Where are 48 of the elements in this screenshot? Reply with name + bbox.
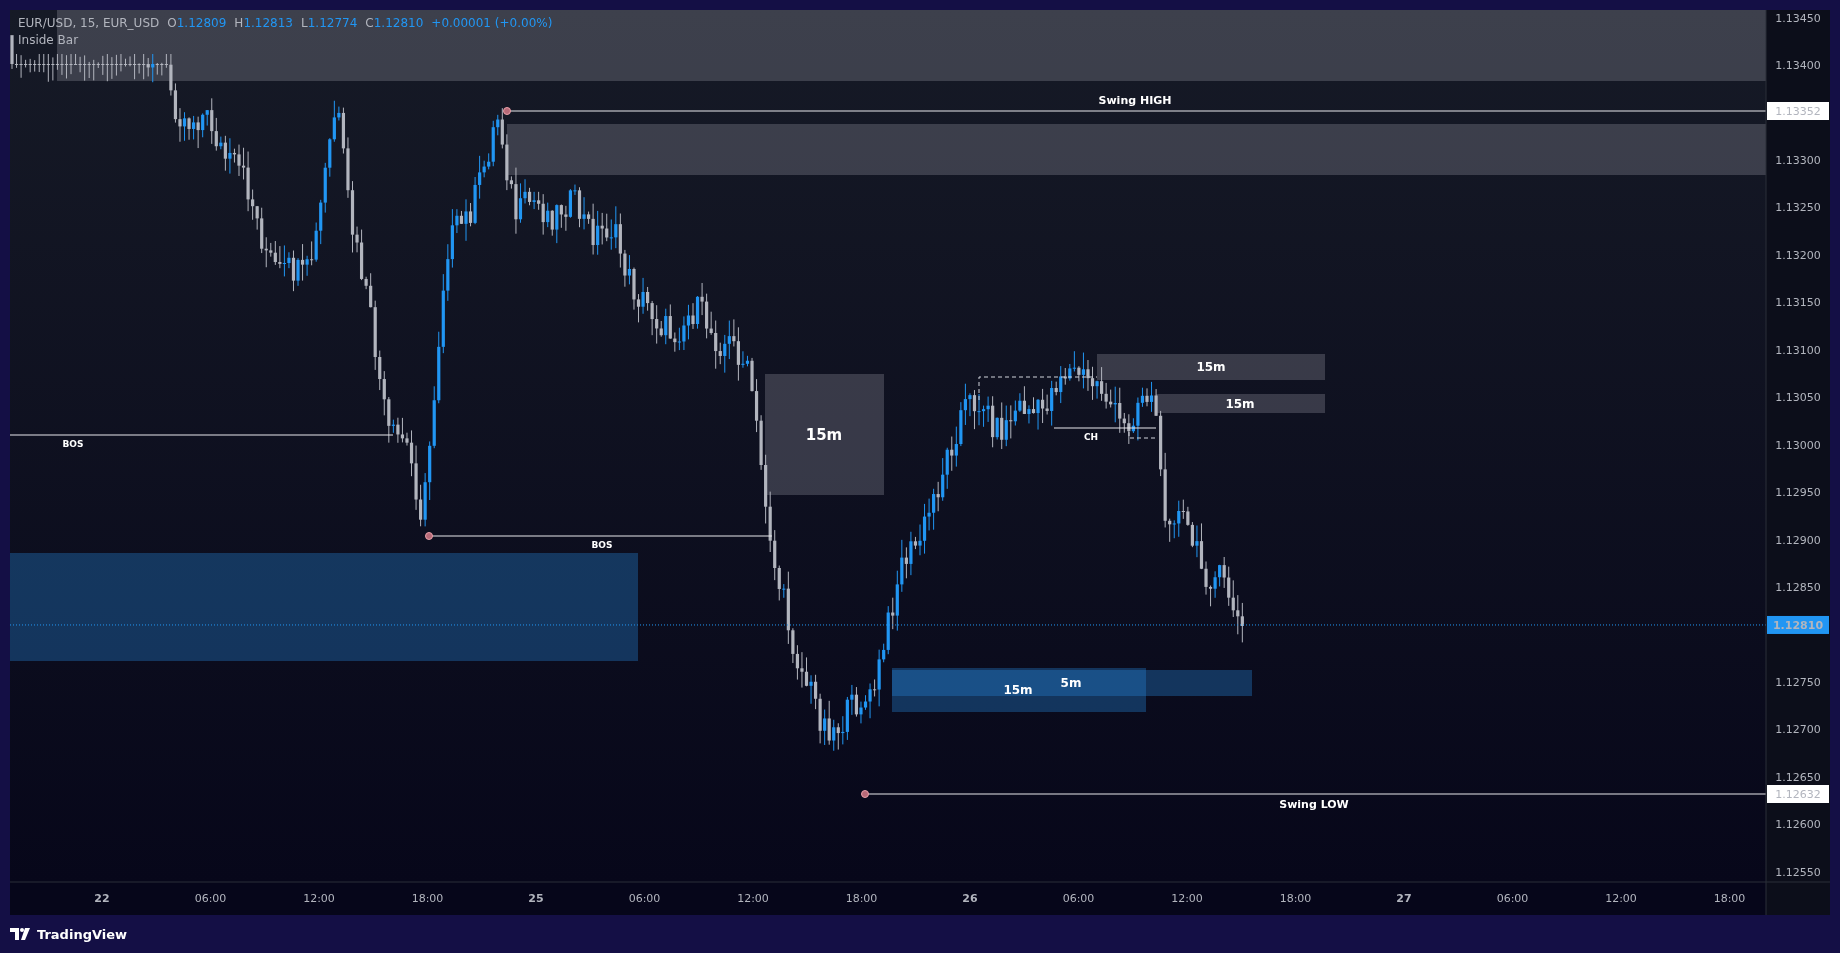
time-tick-label: 27: [1396, 892, 1412, 905]
time-tick-label: 06:00: [1062, 892, 1095, 905]
time-tick-label: 06:00: [194, 892, 227, 905]
level-label: Swing LOW: [1279, 798, 1349, 811]
price-tick-label: 1.13300: [1775, 153, 1821, 167]
time-tick-label: 18:00: [1713, 892, 1746, 905]
time-tick-label: 12:00: [1605, 892, 1637, 905]
price-tick-label: 1.13050: [1775, 391, 1821, 405]
zone-label: 15m: [805, 426, 843, 444]
price-tick-label: 1.12950: [1775, 486, 1821, 500]
zone-label: 15m: [1225, 397, 1255, 411]
price-tick-label: 1.13250: [1775, 201, 1821, 215]
level-label: BOS: [591, 540, 613, 550]
time-tick-label: 12:00: [1171, 892, 1203, 905]
symbol-legend: EUR/USD, 15, EUR_USD O1.12809 H 1.12813 L1.12774 C1.12810 +0.00001 (+0.00%): [18, 16, 553, 30]
price-tick-label: 1.13450: [1775, 11, 1821, 25]
price-tick-label: 1.12900: [1775, 533, 1821, 547]
zone-label: 5m: [1060, 676, 1082, 690]
zone-label: 15m: [1196, 360, 1226, 374]
time-tick-label: 18:00: [845, 892, 878, 905]
time-tick-label: 18:00: [411, 892, 444, 905]
price-tick-label: 1.12550: [1775, 865, 1821, 879]
time-tick-label: 22: [94, 892, 110, 905]
time-tick-label: 26: [962, 892, 978, 905]
price-tick-label: 1.13150: [1775, 296, 1821, 310]
price-tick-label: 1.13000: [1775, 438, 1821, 452]
level-label: CH: [1083, 432, 1099, 442]
indicator-label: Inside Bar: [18, 33, 79, 47]
zone-label: 15m: [1003, 683, 1033, 697]
price-tick-label: 1.12850: [1775, 581, 1821, 594]
time-tick-label: 12:00: [737, 892, 769, 905]
price-tick-label: 1.13400: [1775, 59, 1821, 73]
price-tick-label: 1.12750: [1775, 675, 1821, 689]
price-tick-label: 1.13100: [1775, 343, 1821, 357]
time-tick-label: 12:00: [303, 892, 335, 905]
time-tick-label: 06:00: [628, 892, 661, 905]
level-label: Swing HIGH: [1098, 94, 1172, 107]
price-tick-label: 1.12650: [1775, 770, 1821, 784]
time-tick-label: 06:00: [1496, 892, 1529, 905]
price-tick-label: 1.12700: [1775, 723, 1821, 737]
level-label: BOS: [62, 439, 84, 449]
price-tick-label: 1.13200: [1775, 248, 1821, 262]
time-tick-label: 25: [528, 892, 544, 905]
time-tick-label: 18:00: [1279, 892, 1312, 905]
price-tag: 1.13352: [1767, 102, 1829, 120]
price-tag: 1.12632: [1767, 785, 1829, 803]
price-tick-label: 1.12600: [1775, 818, 1821, 832]
brand-name[interactable]: TradingView: [37, 926, 128, 942]
